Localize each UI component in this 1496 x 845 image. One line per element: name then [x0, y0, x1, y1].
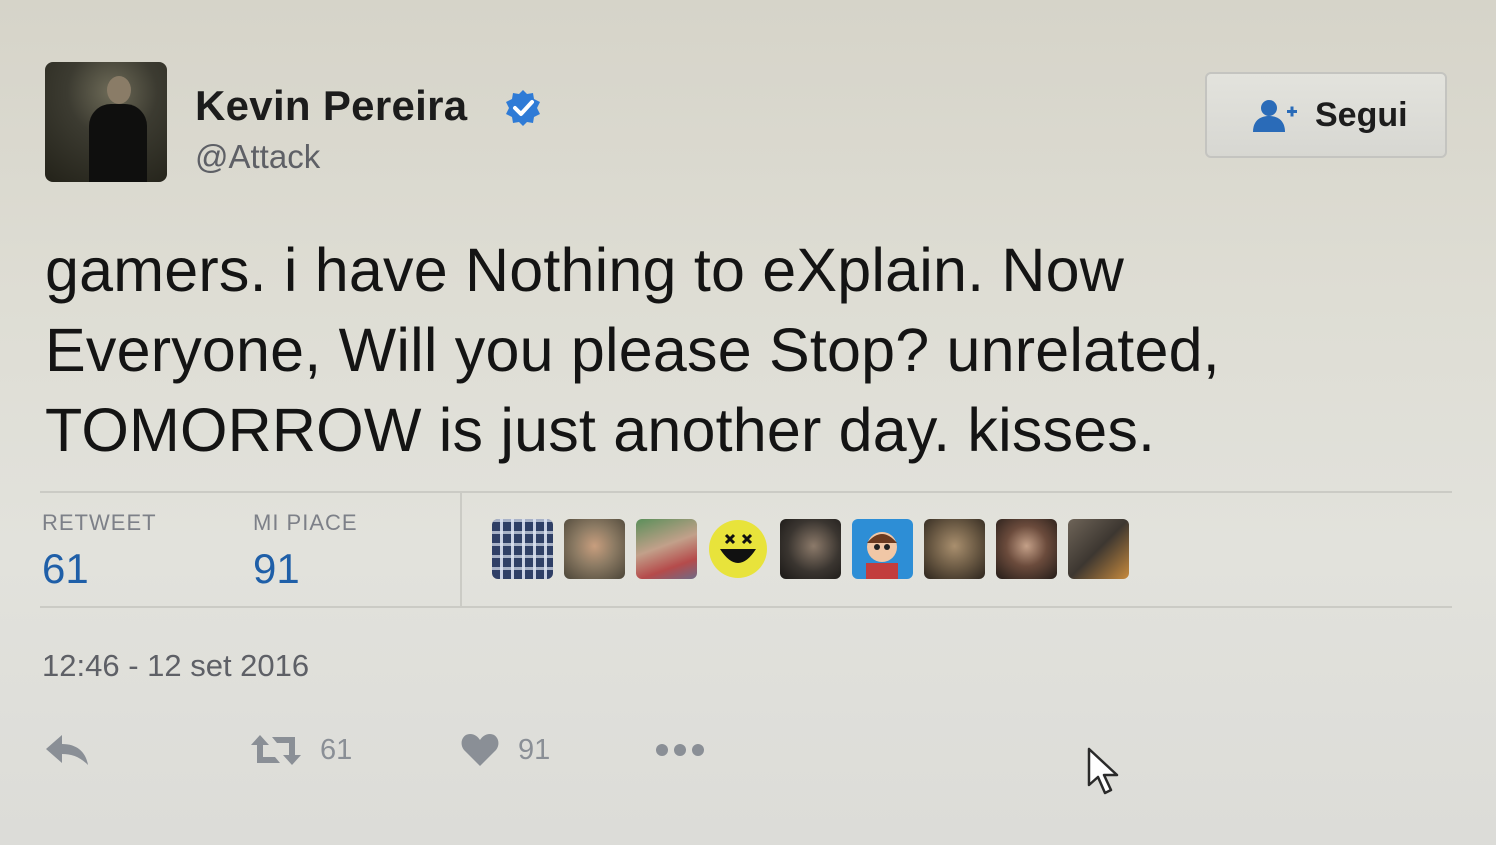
liker-avatar-5[interactable] [780, 519, 841, 579]
add-user-icon [1253, 100, 1297, 132]
liker-avatar-8[interactable] [996, 519, 1057, 579]
likes-stat-count[interactable]: 91 [253, 545, 300, 593]
avatar-head-shape [107, 76, 131, 104]
stats-bottom-divider [40, 606, 1452, 608]
stats-vertical-divider [460, 492, 462, 606]
user-avatar[interactable] [45, 62, 167, 182]
liker-avatar-9[interactable] [1068, 519, 1129, 579]
mouse-cursor-icon [1087, 747, 1119, 795]
user-display-name[interactable]: Kevin Pereira [195, 82, 467, 130]
liker-avatar-3[interactable] [636, 519, 697, 579]
liker-avatar-7[interactable] [924, 519, 985, 579]
like-action-count: 91 [518, 733, 551, 766]
tweet-line-1: gamers. i have Nothing to eXplain. Now [45, 236, 1125, 304]
reply-icon [46, 735, 88, 765]
tweet-line-2: Everyone, Will you please Stop? unrelate… [45, 316, 1220, 384]
liker-avatar-6[interactable] [852, 519, 913, 579]
more-options-button[interactable] [655, 728, 705, 772]
heart-icon [461, 734, 499, 766]
liker-avatar-4[interactable] [708, 519, 769, 579]
retweet-stat-label: RETWEET [42, 510, 157, 535]
likers-avatar-list [492, 519, 1129, 579]
yellow-smiley-icon [709, 520, 767, 578]
follow-button-label: Segui [1315, 96, 1408, 134]
likes-stat-label: MI PIACE [253, 510, 358, 535]
more-dots-icon [656, 744, 704, 756]
follow-button[interactable]: Segui [1205, 72, 1447, 158]
user-handle[interactable]: @Attack [195, 138, 320, 176]
retweet-icon [251, 735, 301, 765]
retweet-button[interactable]: 61 [250, 728, 352, 772]
liker-avatar-1[interactable] [492, 519, 553, 579]
tweet-line-3: TOMORROW is just another day. kisses. [45, 396, 1156, 464]
like-button[interactable]: 91 [460, 728, 550, 772]
tweet-text: gamers. i have Nothing to eXplain. Now E… [45, 230, 1365, 470]
liker-avatar-2[interactable] [564, 519, 625, 579]
tweet-timestamp[interactable]: 12:46 - 12 set 2016 [42, 648, 309, 684]
retweet-action-count: 61 [320, 733, 353, 766]
stats-top-divider [40, 491, 1452, 493]
retweet-stat-count[interactable]: 61 [42, 545, 89, 593]
verified-badge-icon [506, 90, 540, 126]
reply-button[interactable] [44, 728, 90, 772]
avatar-body-shape [89, 104, 147, 182]
cartoon-character-icon [866, 532, 898, 579]
